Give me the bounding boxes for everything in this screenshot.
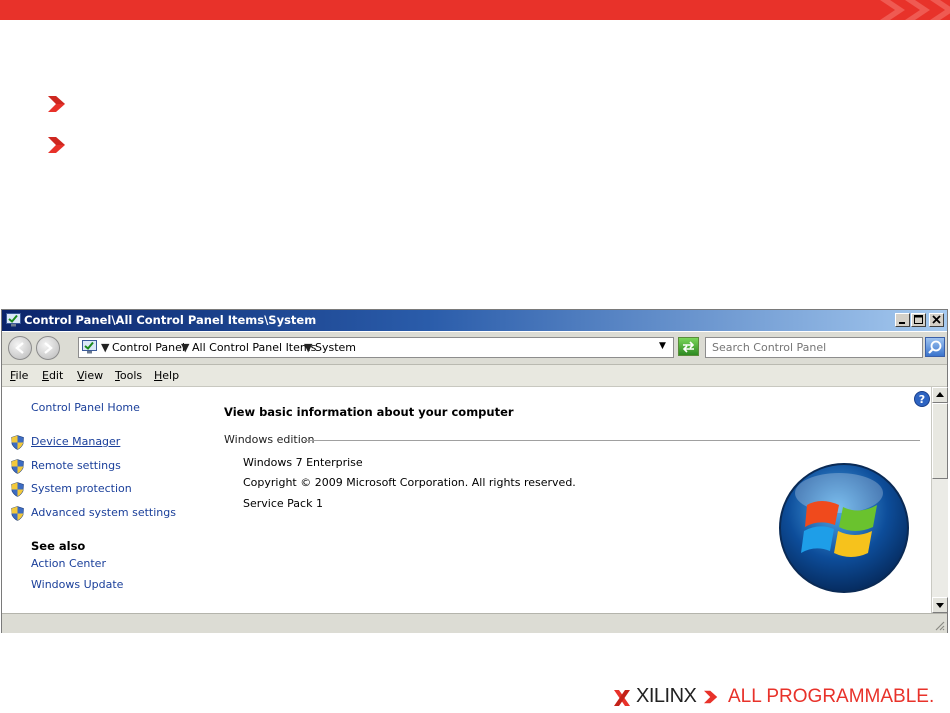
breadcrumb-arrow-icon[interactable]: ▼ [101,341,109,354]
breadcrumb-all-items[interactable]: All Control Panel Items [192,341,316,354]
help-icon[interactable]: ? [914,391,930,407]
control-panel-icon [82,340,97,354]
content-pane: Control Panel Home Device Manager Remote… [2,387,931,613]
scrollbar-thumb[interactable] [932,403,948,479]
control-panel-icon [6,313,21,327]
back-button[interactable] [8,336,32,360]
search-input[interactable] [705,337,923,358]
remote-settings-link[interactable]: Remote settings [31,459,121,472]
breadcrumb-arrow-icon[interactable]: ▼ [181,341,189,354]
back-arrow-icon [15,342,24,354]
menu-view[interactable]: View [77,369,103,382]
see-also-heading: See also [31,539,86,553]
status-bar [2,613,947,633]
windows-update-link[interactable]: Windows Update [31,578,123,591]
chevron-bullet-icon [48,96,65,112]
control-panel-home-link[interactable]: Control Panel Home [31,401,140,414]
action-center-link[interactable]: Action Center [31,557,106,570]
breadcrumb-arrow-icon[interactable]: ▼ [304,341,312,354]
window-title: Control Panel\All Control Panel Items\Sy… [24,313,317,327]
breadcrumb-system[interactable]: System [315,341,356,354]
shield-icon [11,506,24,521]
forward-arrow-icon [44,342,53,354]
menu-bar: File Edit View Tools Help [2,365,947,387]
advanced-system-settings-link[interactable]: Advanced system settings [31,506,176,519]
shield-icon [11,459,24,474]
section-divider [304,440,920,441]
maximize-button[interactable] [911,313,926,327]
minimize-button[interactable] [895,313,910,327]
device-manager-link[interactable]: Device Manager [31,435,120,448]
chevron-pattern-icon [880,0,950,20]
page-heading: View basic information about your comput… [224,405,514,419]
menu-help[interactable]: Help [154,369,179,382]
menu-tools[interactable]: Tools [115,369,142,382]
refresh-button[interactable] [678,337,699,356]
chevron-bullet-icon [704,690,718,704]
address-dropdown-icon[interactable]: ▼ [659,341,666,351]
arrow-down-icon [936,603,944,608]
forward-button[interactable] [36,336,60,360]
menu-edit[interactable]: Edit [42,369,63,382]
windows-logo-icon [779,463,909,593]
chevron-bullet-icon [48,137,65,153]
close-button[interactable] [929,313,944,327]
search-icon [928,340,942,354]
brand-tagline: ALL PROGRAMMABLE. [728,686,935,707]
system-protection-link[interactable]: System protection [31,482,132,495]
close-icon [932,315,941,324]
address-bar[interactable]: ▼ Control Panel ▼ All Control Panel Item… [78,337,674,358]
search-button[interactable] [925,337,945,357]
brand-name: XILINX [636,685,697,707]
xilinx-logo-icon [614,690,630,706]
system-window: Control Panel\All Control Panel Items\Sy… [1,309,948,633]
vertical-scrollbar[interactable] [931,387,948,613]
resize-grip-icon[interactable] [933,619,945,631]
minimize-icon [899,322,905,324]
svg-text:?: ? [919,393,925,406]
copyright-text: Copyright © 2009 Microsoft Corporation. … [243,476,576,489]
service-pack-value: Service Pack 1 [243,497,323,510]
maximize-icon [914,315,923,324]
arrow-up-icon [936,392,944,397]
navigation-bar: ▼ Control Panel ▼ All Control Panel Item… [2,332,947,365]
window-title-bar[interactable]: Control Panel\All Control Panel Items\Sy… [2,310,947,331]
menu-file[interactable]: File [10,369,28,382]
refresh-icon [682,341,695,353]
scroll-down-button[interactable] [932,597,948,613]
edition-value: Windows 7 Enterprise [243,456,363,469]
shield-icon [11,435,24,450]
slide-top-bar [0,0,950,20]
breadcrumb-control-panel[interactable]: Control Panel [112,341,185,354]
scroll-up-button[interactable] [932,387,948,403]
windows-edition-label: Windows edition [224,433,315,446]
shield-icon [11,482,24,497]
